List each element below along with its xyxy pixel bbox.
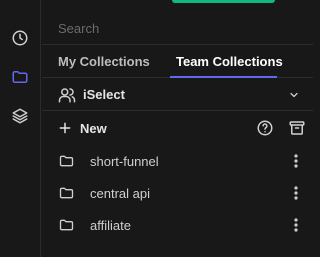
layers-icon: [12, 108, 28, 124]
collection-list: short-funnel central api affiliate: [42, 145, 313, 241]
folder-icon: [59, 155, 74, 167]
history-button[interactable]: [0, 18, 40, 58]
archive-icon[interactable]: [288, 119, 306, 137]
collections-button[interactable]: [0, 57, 40, 97]
collection-row[interactable]: short-funnel: [42, 145, 313, 177]
clock-icon: [12, 30, 28, 46]
tab-my-collections[interactable]: My Collections: [58, 46, 150, 78]
folder-icon: [12, 71, 28, 83]
collections-panel: My Collections Team Collections iSelect: [42, 0, 313, 257]
more-vertical-icon[interactable]: [290, 153, 302, 169]
more-vertical-icon[interactable]: [290, 217, 302, 233]
collection-row[interactable]: central api: [42, 177, 313, 209]
activity-rail: [0, 0, 41, 257]
app-window: My Collections Team Collections iSelect: [0, 0, 313, 257]
chevron-down-icon: [290, 92, 298, 98]
collection-actions: New: [42, 112, 313, 144]
search-input[interactable]: [42, 21, 313, 36]
collection-name: central api: [90, 185, 150, 201]
users-icon: [58, 88, 76, 103]
folder-icon: [59, 219, 74, 231]
plus-icon: [59, 122, 71, 134]
collection-name: affiliate: [90, 217, 131, 233]
new-button-label: New: [80, 120, 107, 136]
collection-row[interactable]: affiliate: [42, 209, 313, 241]
collection-tabs: My Collections Team Collections: [42, 46, 313, 78]
help-circle-icon[interactable]: [256, 119, 274, 137]
more-vertical-icon[interactable]: [290, 185, 302, 201]
search-bar: [42, 13, 313, 45]
environments-button[interactable]: [0, 96, 40, 136]
collection-name: short-funnel: [90, 153, 159, 169]
active-tab-indicator: [170, 76, 277, 78]
workspace-selector[interactable]: iSelect: [42, 79, 313, 111]
tab-team-collections[interactable]: Team Collections: [176, 46, 283, 78]
workspace-name: iSelect: [83, 87, 125, 102]
new-collection-button[interactable]: New: [58, 119, 107, 137]
folder-icon: [59, 187, 74, 199]
